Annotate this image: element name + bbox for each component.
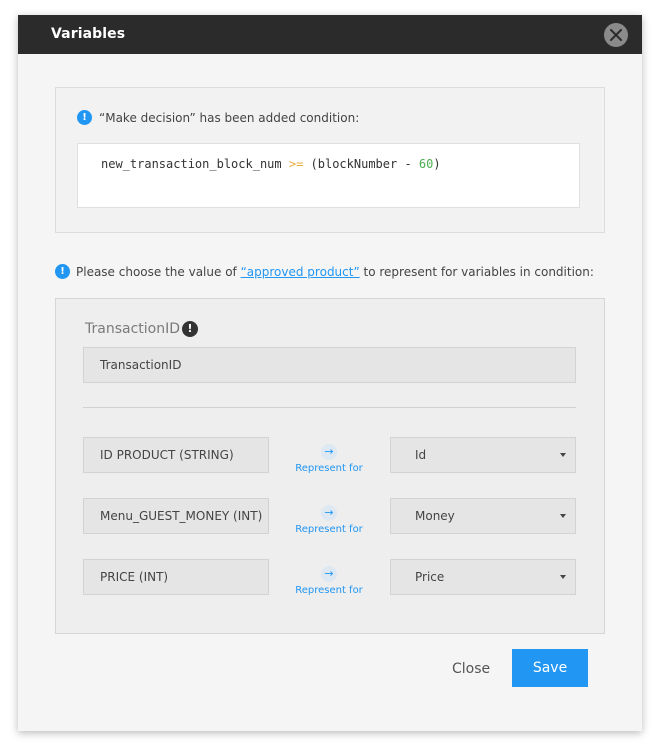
transaction-id-field[interactable]: TransactionID [83, 347, 576, 383]
condition-panel: ! “Make decision” has been added conditi… [55, 87, 605, 233]
info-icon: ! [77, 110, 92, 125]
represent-indicator: → Represent for [284, 440, 374, 474]
arrow-right-icon: → [321, 505, 337, 521]
arrow-right-icon: → [321, 566, 337, 582]
variables-dialog: Variables ! “Make decision” has been add… [18, 15, 642, 731]
approved-product-link[interactable]: “approved product” [241, 265, 360, 279]
condition-code: new_transaction_block_num >= (blockNumbe… [101, 157, 441, 171]
warning-icon: ! [182, 321, 198, 337]
caret-down-icon [560, 575, 566, 579]
save-button[interactable]: Save [512, 649, 588, 687]
condition-code-box: new_transaction_block_num >= (blockNumbe… [77, 143, 580, 208]
divider [83, 407, 576, 408]
condition-notice: “Make decision” has been added condition… [99, 111, 360, 125]
caret-down-icon [560, 453, 566, 457]
mapping-select[interactable]: Money [390, 498, 576, 534]
select-value: Price [415, 570, 445, 584]
mapping-select[interactable]: Id [390, 437, 576, 473]
caret-down-icon [560, 514, 566, 518]
dialog-header: Variables [18, 15, 642, 54]
variable-box: PRICE (INT) [83, 559, 269, 595]
info-icon: ! [55, 264, 70, 279]
represent-label: Represent for [295, 463, 363, 474]
mapping-select[interactable]: Price [390, 559, 576, 595]
close-button[interactable]: Close [452, 661, 490, 677]
select-value: Money [415, 509, 455, 523]
arrow-right-icon: → [321, 444, 337, 460]
select-value: Id [415, 448, 427, 462]
variable-box: ID PRODUCT (STRING) [83, 437, 269, 473]
instruction-text: Please choose the value of “approved pro… [76, 265, 594, 279]
variable-box: Menu_GUEST_MONEY (INT) [83, 498, 269, 534]
dialog-title: Variables [51, 26, 126, 42]
represent-label: Represent for [295, 585, 363, 596]
represent-label: Represent for [295, 524, 363, 535]
close-icon[interactable] [604, 23, 628, 47]
represent-indicator: → Represent for [284, 562, 374, 596]
field-label: TransactionID [85, 321, 180, 337]
variables-panel: TransactionID ! TransactionID ID PRODUCT… [55, 298, 605, 634]
represent-indicator: → Represent for [284, 501, 374, 535]
